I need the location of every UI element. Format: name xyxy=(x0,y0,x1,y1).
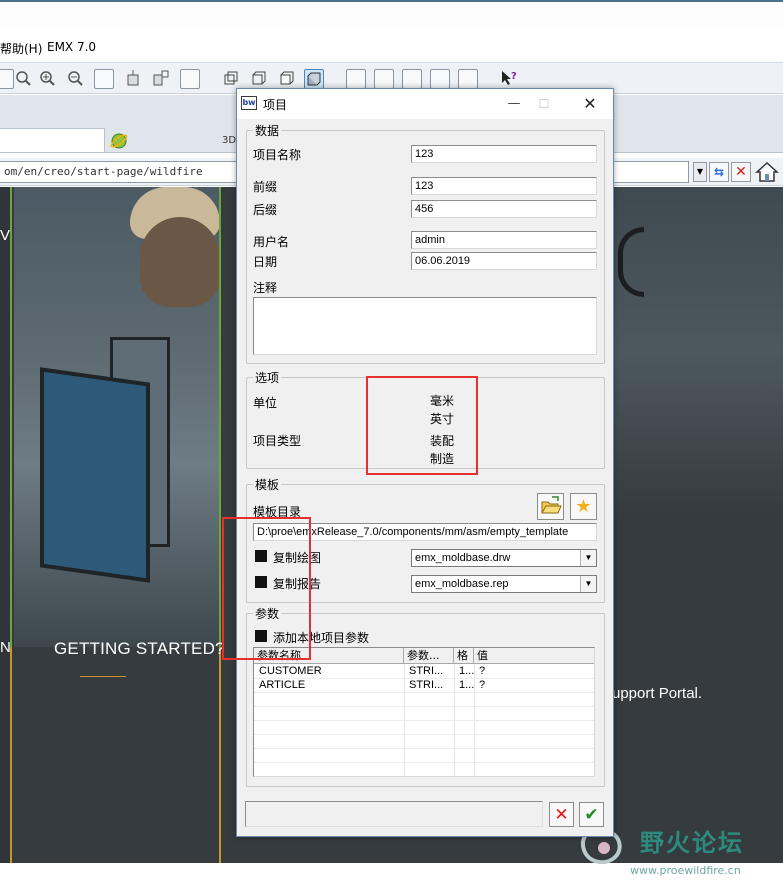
unit-label: 单位 xyxy=(253,396,278,410)
browser-tab-globe-icon[interactable] xyxy=(110,132,128,150)
data-group-title: 数据 xyxy=(253,122,282,139)
shading-icon[interactable] xyxy=(304,69,324,89)
menu-emx[interactable]: EMX 7.0 xyxy=(47,40,96,54)
rotate-icon[interactable] xyxy=(0,69,14,89)
prefix-field[interactable]: 123 xyxy=(411,177,597,195)
table-gridline xyxy=(254,692,594,693)
ok-button[interactable]: ✔ xyxy=(579,802,604,827)
table-gridline xyxy=(254,734,594,735)
date-label: 日期 xyxy=(253,255,278,269)
copy-report-value: emx_moldbase.rep xyxy=(415,578,509,590)
web-photo-monitor xyxy=(40,367,150,583)
web-underline xyxy=(80,676,126,677)
table-cell: STRI... xyxy=(409,665,444,677)
table-cell: CUSTOMER xyxy=(259,665,322,677)
dialog-title: 项目 xyxy=(263,98,288,112)
app-logo-icon: bw xyxy=(241,96,257,110)
suffix-field[interactable]: 456 xyxy=(411,200,597,218)
project-name-field[interactable]: 123 xyxy=(411,145,597,163)
datum-axis-icon[interactable] xyxy=(374,69,394,89)
open-folder-button[interactable] xyxy=(537,493,564,520)
hidden-line-icon[interactable] xyxy=(250,69,268,87)
wireframe-icon[interactable] xyxy=(222,69,240,87)
copy-drawing-select[interactable]: emx_moldbase.drw ▼ xyxy=(411,549,597,567)
open-folder-icon xyxy=(541,496,562,514)
saved-view-icon[interactable] xyxy=(180,69,200,89)
cancel-x-icon: ✕ xyxy=(554,805,569,825)
options-group-title: 选项 xyxy=(253,369,282,386)
table-gridline xyxy=(254,706,594,707)
datum-point-icon[interactable] xyxy=(402,69,422,89)
table-cell: STRI... xyxy=(409,679,444,691)
template-group-title: 模板 xyxy=(253,476,282,493)
home-icon[interactable] xyxy=(755,160,779,184)
checkmark-icon: ✔ xyxy=(584,805,599,825)
parameters-table[interactable]: 参数名称 参数... 格 值 CUSTOMER STRI... 1... ? A… xyxy=(253,647,595,777)
data-group: 数据 项目名称 123 前缀 123 后缀 456 用户名 admin 日期 0… xyxy=(246,122,605,364)
chevron-down-icon[interactable]: ▼ xyxy=(580,576,596,592)
copy-report-select[interactable]: emx_moldbase.rep ▼ xyxy=(411,575,597,593)
date-field[interactable]: 06.06.2019 xyxy=(411,252,597,270)
table-gridline xyxy=(254,762,594,763)
web-photo-head xyxy=(140,217,220,307)
menu-bar: 帮助(H) EMX 7.0 xyxy=(0,36,783,60)
table-cell: 1... xyxy=(459,679,474,691)
support-portal-text[interactable]: upport Portal. xyxy=(612,685,702,702)
highlight-box-checkboxes xyxy=(222,517,311,660)
cancel-button[interactable]: ✕ xyxy=(549,802,574,827)
column-header[interactable]: 值 xyxy=(474,648,594,664)
zoom-settings-icon[interactable] xyxy=(14,69,32,87)
dialog-title-bar[interactable]: bw 项目 — ☐ ✕ xyxy=(237,89,613,119)
table-cell: ? xyxy=(479,679,486,691)
table-gridline xyxy=(254,720,594,721)
datum-plane-icon[interactable] xyxy=(346,69,366,89)
window-top-strip xyxy=(0,0,783,28)
column-header[interactable]: 格 xyxy=(454,648,474,664)
stop-icon[interactable]: ✕ xyxy=(731,162,751,182)
web-clipped-text: V xyxy=(0,227,11,244)
zoom-out-icon[interactable] xyxy=(66,69,84,87)
browser-tab-active[interactable] xyxy=(0,128,105,153)
refit-icon[interactable] xyxy=(152,69,170,87)
prefix-label: 前缀 xyxy=(253,180,278,194)
minimize-icon[interactable]: — xyxy=(499,92,529,116)
project-name-label: 项目名称 xyxy=(253,148,302,162)
notes-textarea[interactable] xyxy=(253,297,597,355)
column-header[interactable]: 参数... xyxy=(404,648,454,664)
menu-help[interactable]: 帮助(H) xyxy=(0,40,42,57)
pan-icon[interactable] xyxy=(124,69,142,87)
table-cell: ARTICLE xyxy=(259,679,306,691)
copy-drawing-value: emx_moldbase.drw xyxy=(415,552,511,564)
zoom-fit-icon[interactable] xyxy=(94,69,114,89)
close-icon[interactable]: ✕ xyxy=(575,92,605,116)
web-clipped-text: N xyxy=(0,639,11,656)
username-label: 用户名 xyxy=(253,235,290,249)
getting-started-link[interactable]: GETTING STARTED? xyxy=(54,639,225,659)
zoom-in-icon[interactable] xyxy=(38,69,56,87)
svg-text:?: ? xyxy=(511,71,517,82)
star-icon: ★ xyxy=(575,496,592,517)
address-dropdown-icon[interactable]: ▼ xyxy=(693,162,707,182)
highlight-box-options xyxy=(366,376,478,475)
notes-label: 注释 xyxy=(253,281,278,295)
watermark-url: www.proewildfire.cn xyxy=(630,864,741,877)
coordinate-system-icon[interactable] xyxy=(430,69,450,89)
context-help-icon[interactable]: ? xyxy=(500,69,518,87)
username-field[interactable]: admin xyxy=(411,231,597,249)
project-type-label: 项目类型 xyxy=(253,434,302,448)
table-cell: 1... xyxy=(459,665,474,677)
annotation-icon[interactable] xyxy=(458,69,478,89)
no-hidden-icon[interactable] xyxy=(278,69,296,87)
web-divider-line-lower xyxy=(10,647,12,863)
maximize-icon[interactable]: ☐ xyxy=(529,92,559,116)
chevron-down-icon[interactable]: ▼ xyxy=(580,550,596,566)
watermark-name: 野火论坛 xyxy=(640,829,744,857)
refresh-icon[interactable]: ⇆ xyxy=(709,162,729,182)
favorite-button[interactable]: ★ xyxy=(570,493,597,520)
web-divider-line-lower xyxy=(219,647,221,863)
status-field xyxy=(245,801,543,827)
table-cell: ? xyxy=(479,665,486,677)
table-gridline xyxy=(254,748,594,749)
suffix-label: 后缀 xyxy=(253,203,278,217)
